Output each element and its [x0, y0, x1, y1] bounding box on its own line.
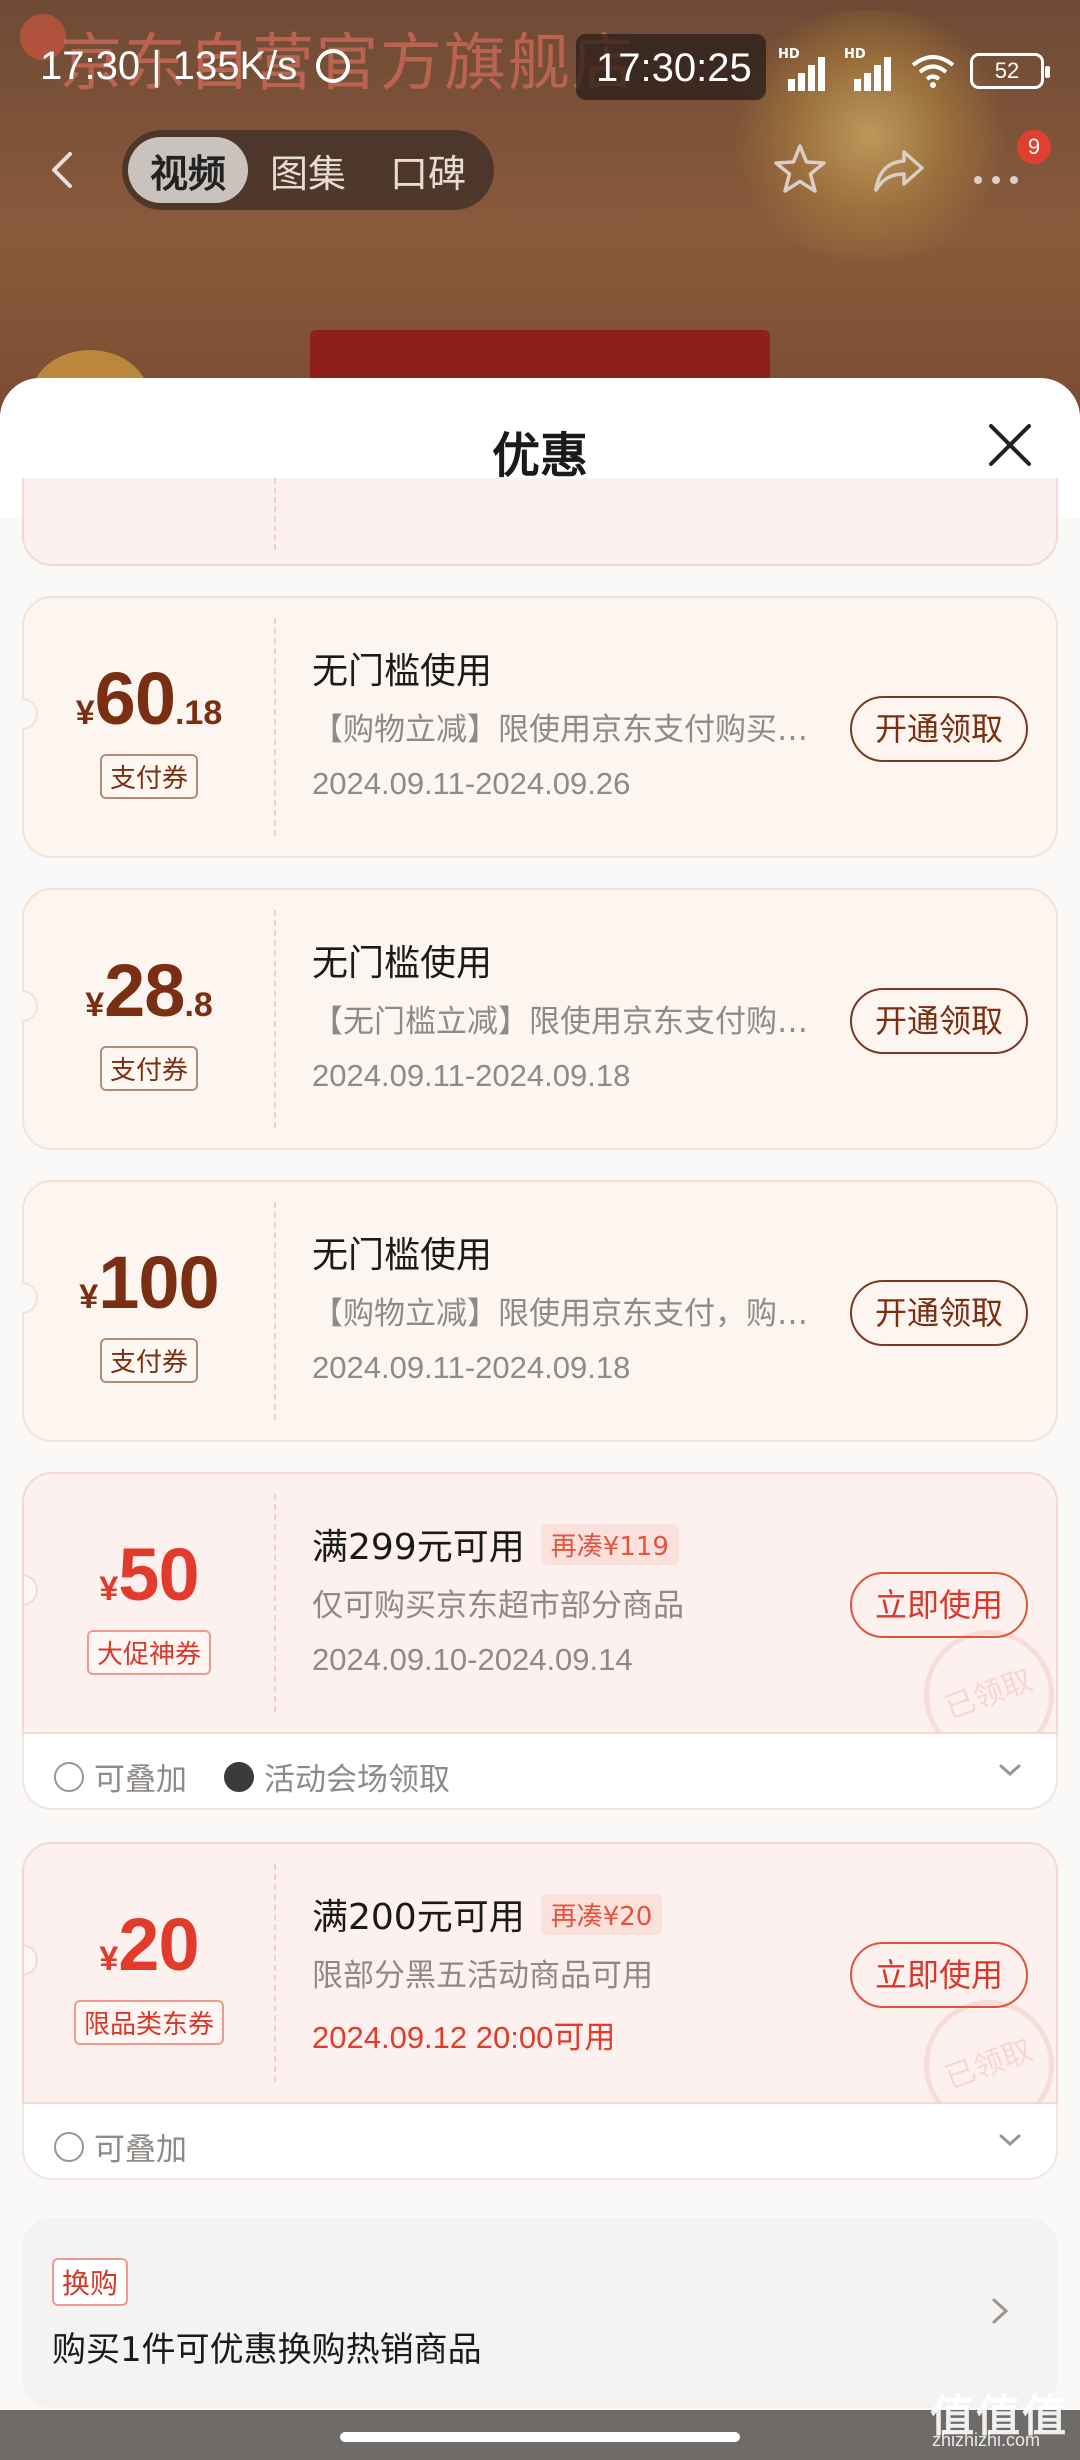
status-left: 17:30 | 135K/s [40, 44, 351, 89]
add-more-pill: 再凑¥119 [540, 1524, 679, 1565]
coupon-card: ¥50 大促神券 满299元可用 再凑¥119 仅可购买京东超市部分商品 2024… [22, 1472, 1058, 1734]
coupon-title: 满200元可用 再凑¥20 [312, 1888, 663, 1940]
coupon-amount: ¥20 [99, 1903, 199, 1986]
net-speed: 135K/s [172, 44, 298, 88]
venue-claim-label: 活动会场领取 [224, 1754, 450, 1799]
watermark-url: zhizhizhi.com [932, 2430, 1041, 2450]
coupon-footer[interactable]: 可叠加 活动会场领取 [22, 1734, 1058, 1810]
battery-icon: 52 [970, 53, 1050, 89]
coupon-card: ¥100 支付券 无门槛使用 【购物立减】限使用京东支付，购买指定商品 2024… [22, 1180, 1058, 1442]
coupon-type-tag: 支付券 [99, 1338, 198, 1383]
stack-icon [54, 1761, 84, 1792]
wifi-icon [910, 53, 956, 89]
chevron-down-icon[interactable] [998, 2128, 1022, 2152]
exchange-text: 购买1件可优惠换购热销商品 [52, 2330, 482, 2370]
coupon-card: ¥28.8 支付券 无门槛使用 【无门槛立减】限使用京东支付购买指定商品 202… [22, 888, 1058, 1150]
coupon-title: 无门槛使用 [312, 943, 493, 984]
chevron-right-icon [992, 2298, 1009, 2324]
status-right: HD HD 52 [778, 47, 1050, 94]
coupon-card: ¥20 限品类东券 满200元可用 再凑¥20 限部分黑五活动商品可用 2024.… [22, 1842, 1058, 2104]
home-indicator[interactable] [340, 2432, 740, 2442]
coupon-description: 【购物立减】限使用京东支付购买指定商品 [312, 712, 832, 748]
status-bar: 17:30 | 135K/s 17:30:25 HD HD 52 [0, 30, 1080, 110]
venue-icon [224, 1761, 254, 1792]
back-arrow-icon[interactable] [44, 150, 84, 190]
coupon-card: ¥60.18 支付券 无门槛使用 【购物立减】限使用京东支付购买指定商品 202… [22, 596, 1058, 858]
coupon-validity: 2024.09.11-2024.09.18 [312, 1350, 631, 1385]
stackable-text: 可叠加 [94, 2132, 187, 2168]
hd-label-2: HD [844, 47, 866, 62]
signal-icon: HD [778, 47, 830, 91]
coupon-type-tag: 支付券 [99, 1046, 198, 1091]
promotions-sheet: 优惠 ¥60.18 支付券 无门槛使用 【购物立减】限使用京东支付购买指定商品 … [0, 378, 1080, 2460]
coupon-title: 无门槛使用 [312, 1235, 493, 1276]
more-icon[interactable] [968, 154, 1028, 194]
close-icon[interactable] [985, 420, 1035, 470]
activate-claim-button[interactable]: 开通领取 [850, 988, 1028, 1054]
message-badge: 9 [1017, 130, 1051, 164]
coupon-amount: ¥28.8 [85, 949, 213, 1032]
chevron-down-icon[interactable] [998, 1758, 1022, 1782]
alarm-icon [316, 49, 351, 83]
favorite-star-icon[interactable] [770, 140, 830, 200]
coupon-description: 限部分黑五活动商品可用 [312, 1958, 653, 1994]
clock-overlay-text: 17:30:25 [596, 46, 752, 90]
coupon-amount: ¥100 [79, 1241, 219, 1324]
stackable-label: 可叠加 [54, 1754, 187, 1799]
coupon-validity: 2024.09.12 20:00可用 [312, 2020, 616, 2055]
stackable-label: 可叠加 [54, 2124, 187, 2169]
coupon-description: 【购物立减】限使用京东支付，购买指定商品 [312, 1296, 832, 1332]
clock-overlay: 17:30:25 [576, 34, 766, 100]
coupon-type-tag: 支付券 [99, 754, 198, 799]
tab-reviews[interactable]: 口碑 [368, 137, 488, 203]
venue-claim-text: 活动会场领取 [264, 1762, 450, 1798]
coupon-description: 【无门槛立减】限使用京东支付购买指定商品 [312, 1004, 832, 1040]
tab-video[interactable]: 视频 [128, 137, 248, 203]
coupon-validity: 2024.09.11-2024.09.18 [312, 1058, 631, 1093]
coupon-title: 无门槛使用 [312, 651, 493, 692]
coupon-description: 仅可购买京东超市部分商品 [312, 1588, 684, 1624]
coupon-validity: 2024.09.10-2024.09.14 [312, 1642, 633, 1677]
activate-claim-button[interactable]: 开通领取 [850, 1280, 1028, 1346]
hd-label: HD [778, 47, 800, 62]
coupon-type-tag: 大促神券 [86, 1630, 211, 1675]
activate-claim-button[interactable]: 开通领取 [850, 696, 1028, 762]
exchange-tag: 换购 [52, 2258, 129, 2306]
coupon-title-text: 满299元可用 [312, 1527, 525, 1568]
sheet-title: 优惠 [491, 428, 588, 484]
stack-icon [54, 2131, 84, 2162]
status-separator: | [151, 44, 173, 88]
use-now-button[interactable]: 立即使用 [850, 1572, 1028, 1638]
stackable-text: 可叠加 [94, 1762, 187, 1798]
coupon-type-tag: 限品类东券 [73, 2000, 224, 2045]
use-now-button[interactable]: 立即使用 [850, 1942, 1028, 2008]
coupon-amount: ¥50 [99, 1533, 199, 1616]
add-more-pill: 再凑¥20 [540, 1894, 663, 1935]
coupon-title-text: 满200元可用 [312, 1897, 525, 1938]
tab-gallery[interactable]: 图集 [248, 137, 368, 203]
coupon-validity: 2024.09.11-2024.09.26 [312, 766, 631, 801]
status-time: 17:30 [40, 44, 141, 88]
coupon-title: 满299元可用 再凑¥119 [312, 1518, 679, 1570]
top-nav: 视频 图集 口碑 [0, 130, 1080, 210]
coupon-amount: ¥60.18 [75, 657, 223, 740]
exchange-offer-row[interactable]: 换购 购买1件可优惠换购热销商品 [22, 2218, 1058, 2408]
media-tab-switcher: 视频 图集 口碑 [122, 130, 494, 210]
coupon-footer[interactable]: 可叠加 [22, 2104, 1058, 2180]
coupon-card-partial [22, 478, 1058, 566]
signal-icon-2: HD [844, 47, 896, 91]
share-icon[interactable] [870, 140, 930, 200]
